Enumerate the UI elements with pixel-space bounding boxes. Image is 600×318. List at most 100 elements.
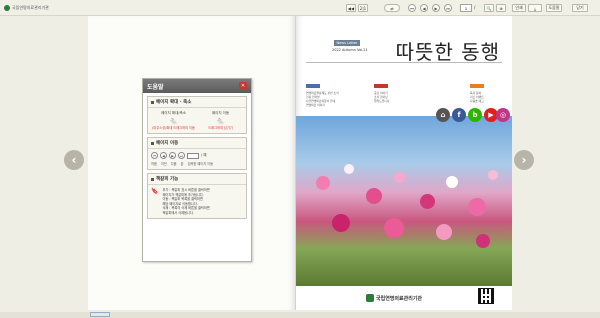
- flower: [366, 188, 382, 204]
- cosmos-photo: [296, 116, 512, 286]
- move-section: 페이지 이동 ⏮ ◀ ▶ ⏭ / 예 처음 이전 다음 끝 입력한 페이지 이동: [147, 137, 247, 170]
- first-page-icon[interactable]: ⏮: [408, 4, 416, 12]
- flower: [332, 214, 350, 232]
- issue-label: 2022 Autumn Vol.21: [332, 48, 368, 52]
- move-label: 끝: [180, 162, 184, 166]
- bookmark-line: 삭제 : 목록의 삭제 버튼을 클릭하면: [162, 206, 210, 210]
- help-header: 도움말 ✕: [143, 79, 251, 93]
- help-title: 도움말: [147, 83, 164, 91]
- newsletter-badge: News Letter: [334, 40, 360, 46]
- flower: [488, 170, 498, 180]
- logo: 국립연명의료관리기관: [4, 4, 66, 12]
- zoom-out-desc: 드래그하여 넘기기: [208, 126, 233, 130]
- logo-icon: [4, 5, 10, 11]
- flower: [468, 198, 486, 216]
- cover-title: 따뜻한 동행: [395, 40, 500, 64]
- prev-page-icon[interactable]: ◀: [420, 4, 428, 12]
- print-button[interactable]: 인쇄: [512, 4, 526, 12]
- toc-tag: [470, 84, 484, 88]
- cover-footer: 국립연명의료관리기관: [296, 286, 512, 310]
- bullet-icon: [151, 177, 154, 181]
- book-viewer: 도움말 ✕ 페이지 확대 · 축소 페이지 확대/축소 🐁 (마우스휠)확대 드…: [88, 16, 512, 310]
- mouse-icon: 🐁: [216, 117, 225, 125]
- mouse-icon: 🐁: [169, 117, 178, 125]
- bookmark-section-title: 책갈피 기능: [148, 174, 246, 185]
- double-page-button[interactable]: 2|1: [358, 4, 368, 12]
- zoom-section-title: 페이지 확대 · 축소: [148, 97, 246, 108]
- next-page-icon[interactable]: ▶: [432, 4, 440, 12]
- bookmark-row: 🔖 추가 : 책갈피 표시 버튼을 클릭하면 페이지가 책갈피에 추가됩니다. …: [148, 185, 246, 218]
- zoom-out-label: 페이지 이동: [211, 111, 230, 115]
- flower: [420, 194, 435, 209]
- instagram-icon[interactable]: ◎: [496, 108, 510, 122]
- bookmark-text: 추가 : 책갈피 표시 버튼을 클릭하면 페이지가 책갈피에 추가됩니다. 이동…: [162, 188, 209, 215]
- close-button[interactable]: 닫기: [572, 4, 588, 12]
- qr-code-icon: [478, 288, 494, 304]
- bookmark-icon: 🔖: [151, 188, 159, 195]
- flower: [436, 224, 452, 240]
- zoom-out-cell: 페이지 이동 🐁 드래그하여 넘기기: [197, 111, 244, 130]
- cover-page[interactable]: News Letter 2022 Autumn Vol.21 따뜻한 동행 연명…: [296, 16, 512, 310]
- move-labels: 처음 이전 다음 끝 입력한 페이지 이동: [148, 160, 246, 169]
- bookmark-line: 추가 : 책갈피 표시 버튼을 클릭하면: [162, 188, 210, 192]
- help-close-icon[interactable]: ✕: [239, 82, 247, 90]
- page-turn-icon[interactable]: ⇄: [384, 4, 400, 12]
- blog-icon[interactable]: b: [468, 108, 482, 122]
- last-icon: ⏭: [178, 152, 185, 159]
- zoom-section: 페이지 확대 · 축소 페이지 확대/축소 🐁 (마우스휠)확대 드래그하여 이…: [147, 96, 247, 134]
- toc-item: 다음호 예고: [470, 99, 484, 103]
- flower: [344, 164, 354, 174]
- next-icon: ▶: [169, 152, 176, 159]
- top-toolbar: 국립연명의료관리기관 ◀◀ 2|1 ⇄ ⏮ ◀ ▶ ⏭ / 🔍 ⊕ 인쇄 ⤓ 도…: [0, 0, 600, 16]
- search-icon[interactable]: 🔍: [484, 4, 494, 12]
- help-button[interactable]: 도움말: [546, 4, 562, 12]
- next-page-arrow-icon[interactable]: ›: [514, 150, 534, 170]
- download-icon[interactable]: ⤓: [528, 4, 542, 12]
- facebook-icon[interactable]: f: [452, 108, 466, 122]
- flower: [384, 218, 404, 238]
- home-icon[interactable]: ⌂: [436, 108, 450, 122]
- zoom-icon[interactable]: ⊕: [496, 4, 506, 12]
- divider: [306, 62, 502, 63]
- toc-tag: [306, 84, 320, 88]
- bullet-icon: [151, 141, 154, 145]
- prev-page-arrow-icon[interactable]: ‹: [64, 150, 84, 170]
- move-suffix: / 예: [201, 153, 207, 157]
- move-section-title: 페이지 이동: [148, 138, 246, 149]
- left-page: 도움말 ✕ 페이지 확대 · 축소 페이지 확대/축소 🐁 (마우스휠)확대 드…: [88, 16, 296, 310]
- thumbnail-icon[interactable]: [90, 312, 110, 317]
- zoom-row: 페이지 확대/축소 🐁 (마우스휠)확대 드래그하여 이동 페이지 이동 🐁 드…: [148, 108, 246, 133]
- flower: [476, 234, 490, 248]
- zoom-in-desc: (마우스휠)확대 드래그하여 이동: [152, 126, 195, 130]
- bookmark-section: 책갈피 기능 🔖 추가 : 책갈피 표시 버튼을 클릭하면 페이지가 책갈피에 …: [147, 173, 247, 219]
- org-mark-icon: [366, 294, 374, 302]
- bullet-icon: [151, 100, 154, 104]
- toc-item: 알려드립니다: [374, 99, 390, 103]
- page-input[interactable]: [460, 4, 472, 12]
- bookmark-line: 이동 : 책갈피 목록을 클릭하면: [162, 197, 203, 201]
- page-total: /: [474, 5, 476, 10]
- toc-tag: [374, 84, 388, 88]
- bookmark-line: 책갈피에서 삭제됩니다.: [162, 210, 194, 215]
- prev-icon: ◀: [160, 152, 167, 159]
- move-label: 다음: [170, 162, 177, 166]
- zoom-section-label: 페이지 확대 · 축소: [156, 100, 192, 105]
- flower: [316, 176, 330, 190]
- flower: [394, 172, 405, 183]
- toc-left: 연명의료결정제도 관련 소식 현장 인터뷰 사전연명의료의향서 안내 연명의료 …: [306, 84, 368, 107]
- last-page-icon[interactable]: ⏭: [444, 4, 452, 12]
- move-input: [187, 152, 199, 159]
- toc-right: 독자 참여 퀴즈 이벤트 다음호 예고: [470, 84, 506, 103]
- move-section-label: 페이지 이동: [156, 141, 179, 146]
- move-controls: ⏮ ◀ ▶ ⏭ / 예: [148, 149, 246, 160]
- zoom-in-label: 페이지 확대/축소: [161, 111, 186, 115]
- move-label: 입력한 페이지 이동: [187, 162, 214, 166]
- logo-text: 국립연명의료관리기관: [12, 5, 49, 10]
- flower: [446, 176, 458, 188]
- first-icon: ⏮: [151, 152, 158, 159]
- bookmark-section-label: 책갈피 기능: [156, 177, 179, 182]
- single-page-button[interactable]: ◀◀: [346, 4, 356, 12]
- toc-mid: 공감 이야기 소식 한마당 알려드립니다: [374, 84, 436, 103]
- org-name: 국립연명의료관리기관: [376, 295, 423, 302]
- zoom-in-cell: 페이지 확대/축소 🐁 (마우스휠)확대 드래그하여 이동: [150, 111, 197, 130]
